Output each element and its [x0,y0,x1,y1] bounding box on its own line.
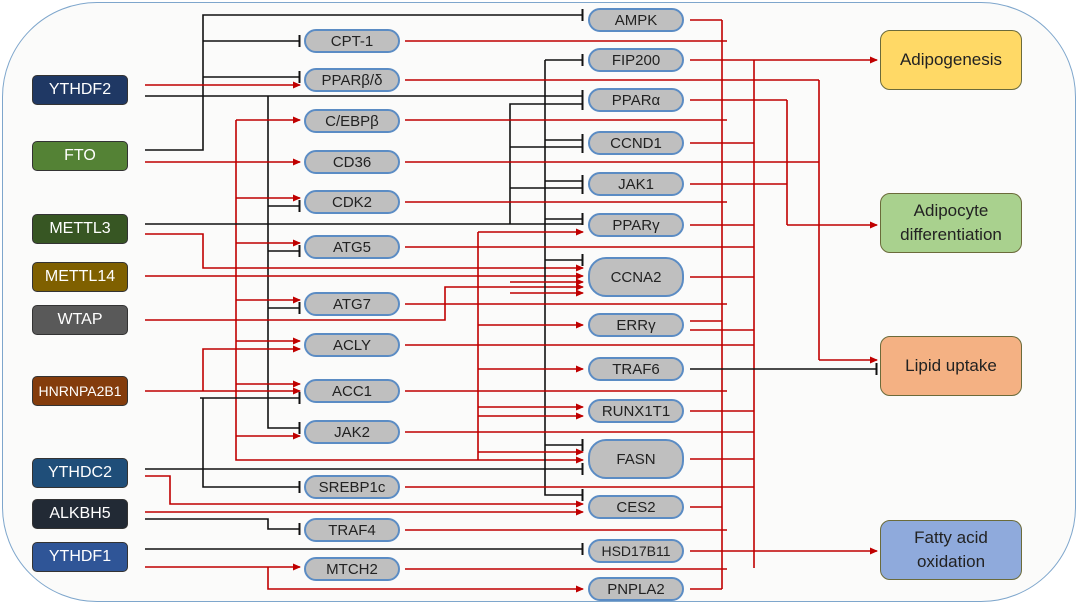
gene-ccna2: CCNA2 [588,257,684,297]
pathway-edges [145,9,878,593]
regulator-ythdc2: YTHDC2 [32,458,128,488]
gene-atg5: ATG5 [304,235,400,259]
gene-fip200: FIP200 [588,48,684,72]
gene-err-gamma: ERRγ [588,313,684,337]
regulator-ythdf2: YTHDF2 [32,75,128,105]
gene-runx1t1: RUNX1T1 [588,399,684,423]
gene-ppar-alpha: PPARα [588,88,684,112]
inhibit-edge-32 [145,518,301,535]
promote-edge-11 [235,120,584,464]
gene-traf4: TRAF4 [304,518,400,542]
gene-cebpb: C/EBPβ [304,109,400,133]
regulator-mettl14: METTL14 [32,262,128,292]
gene-acc1: ACC1 [304,379,400,403]
gene-mtch2: MTCH2 [304,557,400,581]
inhibit-edge-36 [544,60,584,501]
regulator-fto: FTO [32,141,128,171]
gene-ampk: AMPK [588,8,684,32]
outcome-lipid-uptake: Lipid uptake [880,336,1022,396]
regulator-wtap: WTAP [32,305,128,335]
outcome-adipocyte-differentiation: Adipocyte differentiation [880,193,1022,253]
outcome-adipogenesis: Adipogenesis [880,30,1022,90]
inhibit-edge-5 [267,96,301,434]
regulator-hnrnpa2b1: HNRNPA2B1 [32,376,128,406]
regulator-ythdf1: YTHDF1 [32,542,128,572]
gene-cd36: CD36 [304,150,400,174]
gene-ppar-gamma: PPARγ [588,213,684,237]
gene-acly: ACLY [304,333,400,357]
regulator-alkbh5: ALKBH5 [32,499,128,529]
inhibit-edge-28 [202,398,301,493]
outcome-fatty-acid-oxidation: Fatty acid oxidation [880,520,1022,580]
regulator-mettl3: METTL3 [32,214,128,244]
gene-cdk2: CDK2 [304,190,400,214]
gene-traf6: TRAF6 [588,357,684,381]
gene-jak2: JAK2 [304,420,400,444]
gene-pnpla2: PNPLA2 [588,577,684,601]
gene-atg7: ATG7 [304,292,400,316]
inhibit-edge-18 [509,98,584,224]
gene-fasn: FASN [588,439,684,479]
gene-hsd17b11: HSD17B11 [588,539,684,563]
gene-ces2: CES2 [588,495,684,519]
gene-jak1: JAK1 [588,172,684,196]
gene-ppar-beta-delta: PPARβ/δ [304,68,400,92]
gene-cpt1: CPT-1 [304,29,400,53]
gene-ccnd1: CCND1 [588,131,684,155]
gene-srebp1c: SREBP1c [304,475,400,499]
